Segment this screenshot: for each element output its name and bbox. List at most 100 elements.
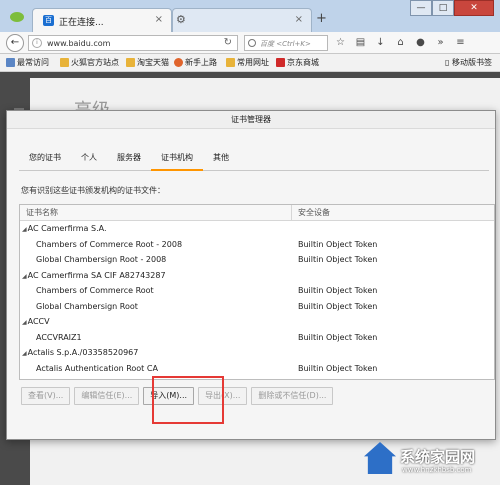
search-icon: [248, 39, 256, 47]
table-row[interactable]: ACCVRAIZ1 Builtin Object Token: [20, 330, 494, 346]
certificate-name: Actalis S.p.A./03358520967: [27, 348, 139, 357]
reading-list-icon[interactable]: ▤: [354, 36, 367, 49]
certificate-name-cell: ◢AC Camerfirma SA CIF A82743287: [20, 268, 292, 284]
table-header: 证书名称 安全设备: [20, 205, 494, 221]
security-device-cell: [292, 268, 494, 284]
bookmark-item[interactable]: 新手上路: [174, 57, 217, 68]
certificate-name: Chambers of Commerce Root - 2008: [36, 239, 183, 249]
url-bar[interactable]: i www.baidu.com ↻: [28, 35, 238, 51]
tab-options[interactable]: ×: [172, 8, 312, 32]
certificate-name-cell: Actalis Authentication Root CA: [20, 361, 292, 377]
table-row[interactable]: Chambers of Commerce Root - 2008 Builtin …: [20, 237, 494, 253]
security-device-cell: [292, 314, 494, 330]
certificate-name-cell: ◢ACCV: [20, 314, 292, 330]
menu-icon[interactable]: ≡: [454, 36, 467, 49]
bookmark-icon: [6, 58, 15, 67]
app-logo-icon: [10, 12, 24, 22]
info-icon[interactable]: i: [32, 38, 42, 48]
bookmark-item[interactable]: 火狐官方站点: [60, 57, 119, 68]
mobile-bookmarks[interactable]: ▯ 移动版书签: [445, 57, 492, 68]
expand-triangle-icon[interactable]: ◢: [22, 269, 27, 284]
home-icon[interactable]: ⌂: [394, 36, 407, 49]
edit-trust-button[interactable]: 编辑信任(E)...: [74, 387, 140, 405]
table-row[interactable]: Global Chambersign Root Builtin Object To…: [20, 299, 494, 315]
tab-authorities[interactable]: 证书机构: [151, 145, 203, 171]
browser-titlebar: 百 正在连接... × × ⚙ + — □ ✕: [0, 0, 500, 32]
folder-icon: [226, 58, 235, 67]
certificate-name: Actalis Authentication Root CA: [36, 363, 158, 373]
security-device-cell: Builtin Object Token: [298, 332, 378, 342]
tab-servers[interactable]: 服务器: [107, 145, 151, 171]
table-group-row[interactable]: ◢AC Camerfirma SA CIF A82743287: [20, 268, 494, 284]
column-header-device[interactable]: 安全设备: [292, 205, 494, 220]
security-device-cell: Builtin Object Token: [298, 239, 378, 249]
column-header-name[interactable]: 证书名称: [20, 205, 292, 220]
overflow-icon[interactable]: »: [434, 36, 447, 49]
certificate-table[interactable]: 证书名称 安全设备 ◢AC Camerfirma S.A. Chambers of…: [19, 204, 495, 380]
expand-triangle-icon[interactable]: ◢: [22, 346, 27, 361]
house-logo-icon: [364, 442, 396, 474]
close-window-button[interactable]: ✕: [454, 0, 494, 16]
bookmark-item[interactable]: 京东商城: [276, 57, 319, 68]
bookmarks-bar: 最常访问 火狐官方站点 淘宝天猫 新手上路 常用网址 京东商城 ▯ 移动版书签: [0, 54, 500, 72]
certificate-name-cell: Chambers of Commerce Root - 2008: [20, 237, 292, 253]
bookmark-item[interactable]: 淘宝天猫: [126, 57, 169, 68]
view-button[interactable]: 查看(V)...: [21, 387, 71, 405]
certificate-name: Chambers of Commerce Root: [36, 286, 154, 295]
table-group-row[interactable]: ◢ACCV: [20, 314, 494, 330]
tab-close-icon[interactable]: ×: [295, 14, 303, 25]
delete-distrust-button[interactable]: 删除或不信任(D)...: [251, 387, 334, 405]
mobile-bookmarks-label: 移动版书签: [452, 58, 492, 67]
bookmark-item[interactable]: 最常访问: [6, 57, 49, 68]
search-input[interactable]: 百度 <Ctrl+K>: [244, 35, 328, 51]
tab-personal[interactable]: 个人: [71, 145, 107, 171]
firefox-icon: [174, 58, 183, 67]
certificate-name: Global Chambersign Root - 2008: [36, 255, 167, 264]
expand-triangle-icon[interactable]: ◢: [22, 315, 27, 330]
table-group-row[interactable]: ◢Actalis S.p.A./03358520967: [20, 345, 494, 361]
minimize-button[interactable]: —: [410, 0, 432, 16]
reload-icon[interactable]: ↻: [224, 37, 232, 48]
certificate-name-cell: Chambers of Commerce Root: [20, 283, 292, 299]
certificate-name: Global Chambersign Root: [36, 301, 138, 311]
gear-icon: ⚙: [176, 13, 186, 26]
tab-title: 正在连接...: [59, 18, 104, 28]
certificate-name: ACCVRAIZ1: [36, 332, 82, 342]
table-group-row[interactable]: ◢AC Camerfirma S.A.: [20, 221, 494, 237]
back-button[interactable]: ←: [6, 34, 24, 52]
bookmark-label: 京东商城: [287, 58, 319, 67]
dialog-description: 您有识别这些证书颁发机构的证书文件：: [21, 186, 165, 195]
chat-icon[interactable]: ●: [414, 36, 427, 49]
tab-your-certificates[interactable]: 您的证书: [19, 145, 71, 171]
new-tab-button[interactable]: +: [316, 11, 327, 26]
table-row[interactable]: Global Chambersign Root - 2008 Builtin Ob…: [20, 252, 494, 268]
navigation-bar: ← i www.baidu.com ↻ 百度 <Ctrl+K> ☆ ▤ ↓ ⌂ …: [0, 32, 500, 54]
security-device-cell: Builtin Object Token: [298, 286, 378, 295]
tab-active[interactable]: 百 正在连接... ×: [32, 8, 172, 32]
expand-triangle-icon[interactable]: ◢: [22, 222, 27, 237]
certificate-manager-dialog: 证书管理器 您的证书 个人 服务器 证书机构 其他 您有识别这些证书颁发机构的证…: [6, 110, 496, 440]
certificate-name: AC Camerfirma S.A.: [27, 224, 107, 233]
table-row[interactable]: Chambers of Commerce Root Builtin Object …: [20, 283, 494, 299]
certificate-name: ACCV: [27, 317, 50, 326]
tab-close-icon[interactable]: ×: [155, 14, 163, 25]
bookmark-label: 新手上路: [185, 58, 217, 67]
maximize-button[interactable]: □: [432, 0, 454, 16]
certificate-name-cell: ◢AC Camerfirma S.A.: [20, 221, 292, 237]
download-icon[interactable]: ↓: [374, 36, 387, 49]
baidu-favicon-icon: 百: [43, 15, 54, 26]
table-row[interactable]: Actalis Authentication Root CA Builtin Ob…: [20, 361, 494, 377]
table-body: ◢AC Camerfirma S.A. Chambers of Commerce …: [20, 221, 494, 376]
search-placeholder: 百度 <Ctrl+K>: [260, 40, 311, 48]
jd-icon: [276, 58, 285, 67]
security-device-cell: Builtin Object Token: [298, 301, 378, 311]
star-icon[interactable]: ☆: [334, 36, 347, 49]
bookmark-item[interactable]: 常用网址: [226, 57, 269, 68]
dialog-title: 证书管理器: [7, 111, 495, 129]
security-device-cell: Builtin Object Token: [298, 363, 378, 373]
tab-others[interactable]: 其他: [203, 145, 239, 171]
watermark-text: 系统家园网: [400, 448, 476, 466]
bookmark-label: 淘宝天猫: [137, 58, 169, 67]
certificate-name-cell: ◢Actalis S.p.A./03358520967: [20, 345, 292, 361]
mobile-icon: ▯: [445, 58, 450, 67]
